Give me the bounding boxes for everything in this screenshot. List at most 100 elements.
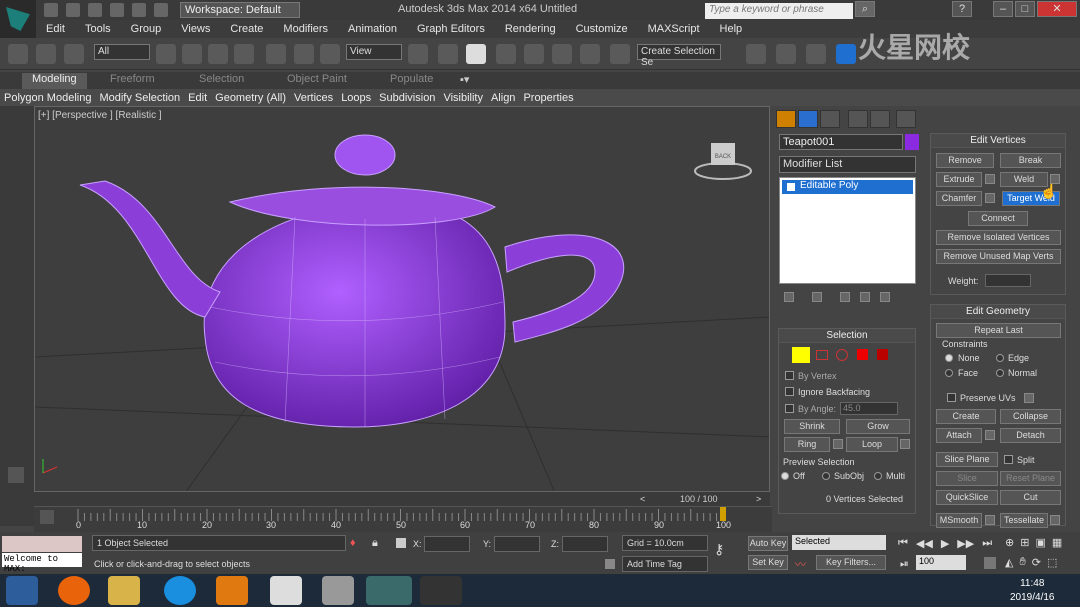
reference-coord-dropdown[interactable]: View: [346, 44, 402, 60]
ribbon-visibility[interactable]: Visibility: [443, 92, 483, 104]
named-selection-dropdown[interactable]: Create Selection Se: [637, 44, 721, 68]
weight-spinner[interactable]: [985, 274, 1031, 287]
object-name-field[interactable]: Teapot001: [779, 134, 903, 150]
collapse-button[interactable]: Collapse: [1000, 409, 1061, 424]
help-icon[interactable]: ?: [952, 1, 972, 17]
constraint-face-radio[interactable]: [945, 369, 953, 377]
next-frame-icon[interactable]: >: [756, 494, 761, 504]
teapot-knob[interactable]: [334, 134, 396, 176]
key-mode-dropdown[interactable]: Selected: [792, 535, 886, 550]
zoom-all-icon[interactable]: ⊞: [1020, 536, 1029, 549]
3ds-max-taskbar-icon[interactable]: [366, 576, 412, 605]
element-subobject-icon[interactable]: [877, 349, 888, 360]
menu-graph-editors[interactable]: Graph Editors: [417, 23, 485, 35]
edit-vertices-title[interactable]: Edit Vertices: [931, 134, 1065, 148]
msmooth-button[interactable]: MSmooth: [936, 513, 982, 528]
current-frame-field[interactable]: 100: [916, 555, 966, 570]
tab-populate[interactable]: Populate: [390, 73, 433, 89]
remove-button[interactable]: Remove: [936, 153, 994, 168]
utilities-tab-icon[interactable]: [896, 110, 916, 128]
selection-lock-icon[interactable]: 🔒︎: [372, 537, 378, 550]
extrude-button[interactable]: Extrude: [936, 172, 982, 187]
attach-button[interactable]: Attach: [936, 428, 982, 443]
create-button[interactable]: Create: [936, 409, 996, 424]
create-tab-icon[interactable]: [776, 110, 796, 128]
object-color-swatch[interactable]: [905, 134, 919, 150]
hierarchy-tab-icon[interactable]: [820, 110, 840, 128]
minimize-button[interactable]: –: [993, 1, 1013, 17]
next-frame-icon[interactable]: ▶▶: [957, 537, 974, 550]
tab-selection[interactable]: Selection: [199, 73, 244, 89]
make-unique-icon[interactable]: [840, 292, 850, 302]
close-button[interactable]: ✕: [1037, 1, 1077, 17]
menu-modifiers[interactable]: Modifiers: [283, 23, 328, 35]
region-select-icon[interactable]: [208, 44, 228, 64]
mirror-icon[interactable]: [746, 44, 766, 64]
maxscript-mini-listener[interactable]: Welcome to MAX:: [2, 553, 82, 574]
layer-manager-icon[interactable]: [806, 44, 826, 64]
angle-spinner[interactable]: 45.0: [840, 402, 898, 415]
move-icon[interactable]: [266, 44, 286, 64]
preview-multi-radio[interactable]: [874, 472, 882, 480]
modifier-stack[interactable]: Editable Poly: [779, 177, 916, 284]
internet-explorer-icon[interactable]: [164, 576, 196, 605]
key-filters-button[interactable]: Key Filters...: [816, 555, 886, 570]
y-coord-field[interactable]: [494, 536, 540, 552]
menu-edit[interactable]: Edit: [46, 23, 65, 35]
edit-named-selection-icon[interactable]: [610, 44, 630, 64]
unity-icon[interactable]: [270, 576, 302, 605]
time-tag-icon[interactable]: [605, 559, 615, 569]
stack-item-editable-poly[interactable]: Editable Poly: [782, 180, 913, 194]
bind-space-warp-icon[interactable]: [64, 44, 84, 64]
preview-off-radio[interactable]: [781, 472, 789, 480]
prev-frame-icon[interactable]: <: [640, 494, 645, 504]
open-file-icon[interactable]: [66, 3, 80, 17]
file-explorer-icon[interactable]: [108, 576, 140, 605]
absolute-mode-icon[interactable]: [396, 538, 406, 548]
search-input[interactable]: Type a keyword or phrase: [705, 3, 853, 19]
constraint-normal-radio[interactable]: [996, 369, 1004, 377]
add-time-tag-button[interactable]: Add Time Tag: [622, 556, 708, 572]
field-of-view-icon[interactable]: ◭: [1005, 556, 1013, 569]
recycle-app-icon[interactable]: [322, 576, 354, 605]
menu-views[interactable]: Views: [181, 23, 210, 35]
expand-track-icon[interactable]: [8, 467, 24, 483]
ribbon-loops[interactable]: Loops: [341, 92, 371, 104]
spinner-snap-icon[interactable]: [580, 44, 600, 64]
maxscript-listener-top[interactable]: [2, 536, 82, 552]
tab-modeling[interactable]: Modeling: [22, 73, 87, 89]
project-folder-icon[interactable]: [154, 3, 168, 17]
set-key-mode-icon[interactable]: ⚷: [714, 541, 724, 558]
link-icon[interactable]: [8, 44, 28, 64]
motion-tab-icon[interactable]: [848, 110, 868, 128]
polygon-subobject-icon[interactable]: [857, 349, 868, 360]
menu-group[interactable]: Group: [131, 23, 162, 35]
select-object-icon[interactable]: [156, 44, 176, 64]
sublime-text-icon[interactable]: [216, 576, 248, 605]
msmooth-settings-icon[interactable]: [985, 515, 995, 525]
time-configuration-icon[interactable]: [984, 557, 996, 569]
display-tab-icon[interactable]: [870, 110, 890, 128]
select-manipulate-icon[interactable]: [438, 44, 458, 64]
ribbon-geometry-all[interactable]: Geometry (All): [215, 92, 286, 104]
tab-freeform[interactable]: Freeform: [110, 73, 155, 89]
snaps-toggle-icon[interactable]: [496, 44, 516, 64]
pin-stack-icon[interactable]: [784, 292, 794, 302]
break-button[interactable]: Break: [1000, 153, 1061, 168]
loop-spinner-icon[interactable]: [900, 439, 910, 449]
reset-plane-button[interactable]: Reset Plane: [1000, 471, 1061, 486]
orbit-icon[interactable]: ⟳: [1032, 556, 1041, 569]
slice-button[interactable]: Slice: [936, 471, 998, 486]
extrude-settings-icon[interactable]: [985, 174, 995, 184]
slice-plane-button[interactable]: Slice Plane: [936, 452, 998, 467]
default-in-out-tangent-icon[interactable]: 〰: [795, 556, 806, 572]
isolate-selection-icon[interactable]: ♦: [350, 537, 356, 549]
remove-unused-map-verts-button[interactable]: Remove Unused Map Verts: [936, 249, 1061, 264]
go-to-end-icon[interactable]: ⏭: [982, 537, 992, 550]
menu-rendering[interactable]: Rendering: [505, 23, 556, 35]
align-icon[interactable]: [776, 44, 796, 64]
zoom-icon[interactable]: ⊕: [1005, 536, 1014, 549]
viewcube[interactable]: BACK: [694, 143, 752, 180]
vertex-subobject-icon[interactable]: [792, 347, 810, 363]
graphite-toolbar-icon[interactable]: [836, 44, 856, 64]
